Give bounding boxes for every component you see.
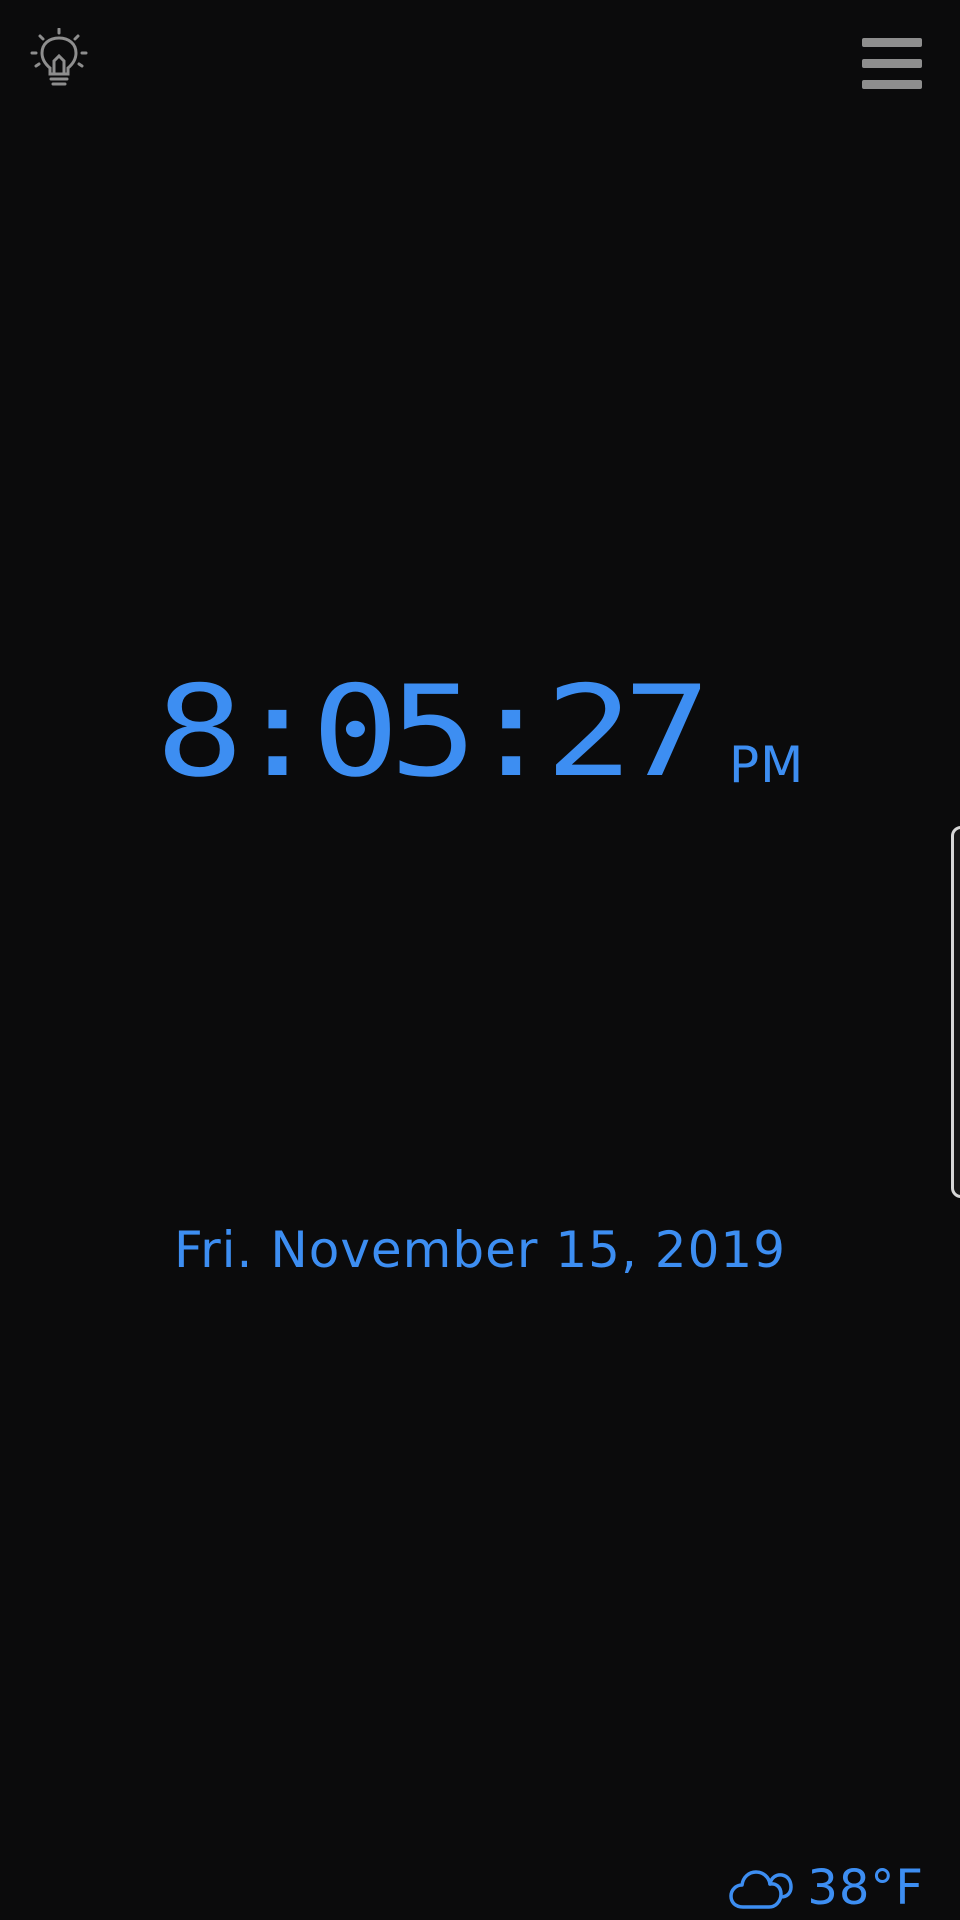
- cloud-icon: [729, 1870, 794, 1909]
- light-bulb-icon: [30, 28, 88, 86]
- edge-panel-handle[interactable]: [951, 826, 960, 1198]
- date-text: Fri. November 15, 2019: [173, 1221, 786, 1279]
- light-bulb-button[interactable]: [30, 28, 88, 90]
- clock-display: 8:05:27 PM: [0, 662, 960, 802]
- weather-temperature: 38°F: [807, 1860, 924, 1916]
- menu-button[interactable]: [862, 38, 922, 90]
- clock-ampm: PM: [729, 736, 805, 794]
- weather-widget[interactable]: 38°F: [729, 1860, 924, 1916]
- clock-time: 8:05:27: [155, 658, 711, 806]
